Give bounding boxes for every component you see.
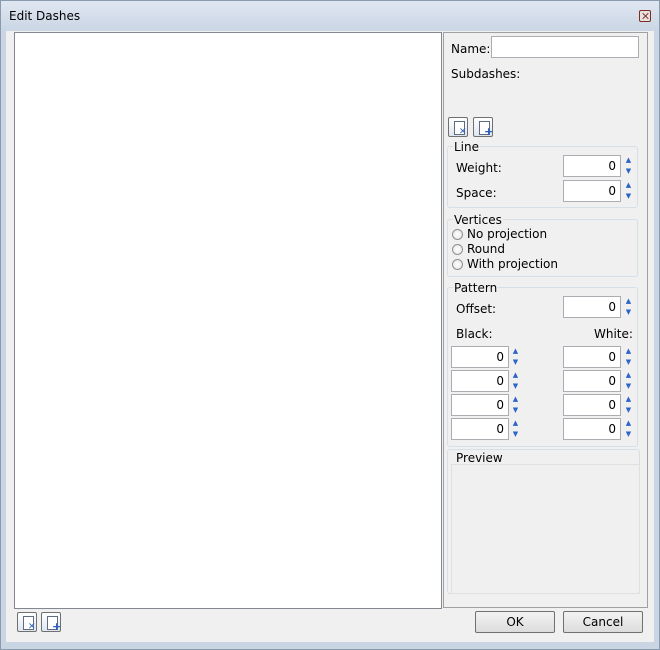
vertices-group-title: Vertices bbox=[453, 213, 503, 227]
space-input[interactable] bbox=[563, 180, 621, 202]
white-spinner-2[interactable]: ▲ ▼ bbox=[624, 370, 633, 392]
space-label: Space: bbox=[456, 186, 497, 200]
radio-no-projection[interactable] bbox=[452, 229, 463, 240]
black-input-3[interactable] bbox=[451, 394, 509, 416]
radio-round[interactable] bbox=[452, 244, 463, 255]
weight-input[interactable] bbox=[563, 155, 621, 177]
radio-with-projection[interactable] bbox=[452, 259, 463, 270]
dash-canvas[interactable] bbox=[14, 32, 442, 609]
add-subdash-button[interactable]: + bbox=[473, 117, 493, 137]
black-spinner-1[interactable]: ▲ ▼ bbox=[511, 346, 520, 368]
weight-spinner[interactable]: ▲ ▼ bbox=[624, 155, 633, 177]
close-icon[interactable] bbox=[639, 10, 651, 22]
weight-label: Weight: bbox=[456, 161, 502, 175]
preview-title: Preview bbox=[456, 451, 503, 465]
subdashes-label: Subdashes: bbox=[451, 67, 521, 81]
black-input-1[interactable] bbox=[451, 346, 509, 368]
line-group-title: Line bbox=[453, 140, 481, 154]
remove-icon: ✕ bbox=[459, 127, 467, 137]
line-group: Line Weight: ▲▼ Space: ▲▼ bbox=[447, 140, 638, 208]
window-title: Edit Dashes bbox=[9, 9, 81, 23]
name-input[interactable] bbox=[491, 36, 639, 58]
pattern-group-title: Pattern bbox=[453, 281, 499, 295]
round-label: Round bbox=[467, 242, 505, 256]
white-spinner-1[interactable]: ▲ ▼ bbox=[624, 346, 633, 368]
pattern-group: Pattern Offset: ▲▼ Black: White: ▲▼ ▲▼ ▲… bbox=[447, 281, 638, 447]
delete-subdash-button[interactable]: ✕ bbox=[448, 117, 468, 137]
white-input-1[interactable] bbox=[563, 346, 621, 368]
add-dash-button[interactable]: + bbox=[41, 612, 61, 632]
offset-spinner[interactable]: ▲ ▼ bbox=[624, 296, 633, 318]
white-input-3[interactable] bbox=[563, 394, 621, 416]
black-spinner-3[interactable]: ▲ ▼ bbox=[511, 394, 520, 416]
white-label: White: bbox=[594, 327, 633, 341]
ok-button[interactable]: OK bbox=[475, 611, 555, 633]
properties-panel: Name: Subdashes: ✕ + Line Weight: ▲▼ Spa… bbox=[443, 32, 648, 608]
no-projection-label: No projection bbox=[467, 227, 548, 241]
black-input-4[interactable] bbox=[451, 418, 509, 440]
with-projection-label: With projection bbox=[467, 257, 558, 271]
offset-input[interactable] bbox=[563, 296, 621, 318]
edit-dashes-window: Edit Dashes Name: Subdashes: ✕ + Line We… bbox=[0, 0, 660, 650]
offset-label: Offset: bbox=[456, 302, 497, 316]
white-spinner-3[interactable]: ▲ ▼ bbox=[624, 394, 633, 416]
white-spinner-4[interactable]: ▲ ▼ bbox=[624, 418, 633, 440]
space-spinner[interactable]: ▲ ▼ bbox=[624, 180, 633, 202]
dialog-body: Name: Subdashes: ✕ + Line Weight: ▲▼ Spa… bbox=[6, 31, 654, 642]
preview-group: Preview bbox=[447, 449, 640, 594]
black-label: Black: bbox=[456, 327, 493, 341]
remove-icon: ✕ bbox=[28, 622, 36, 632]
delete-dash-button[interactable]: ✕ bbox=[17, 612, 37, 632]
black-spinner-4[interactable]: ▲ ▼ bbox=[511, 418, 520, 440]
cancel-button[interactable]: Cancel bbox=[563, 611, 643, 633]
add-icon: + bbox=[484, 125, 494, 138]
add-icon: + bbox=[52, 620, 62, 633]
black-input-2[interactable] bbox=[451, 370, 509, 392]
title-bar: Edit Dashes bbox=[1, 1, 659, 31]
white-input-4[interactable] bbox=[563, 418, 621, 440]
vertices-group: Vertices No projection Round With projec… bbox=[447, 213, 638, 277]
black-spinner-2[interactable]: ▲ ▼ bbox=[511, 370, 520, 392]
name-label: Name: bbox=[451, 42, 491, 56]
preview-area bbox=[451, 464, 640, 594]
white-input-2[interactable] bbox=[563, 370, 621, 392]
